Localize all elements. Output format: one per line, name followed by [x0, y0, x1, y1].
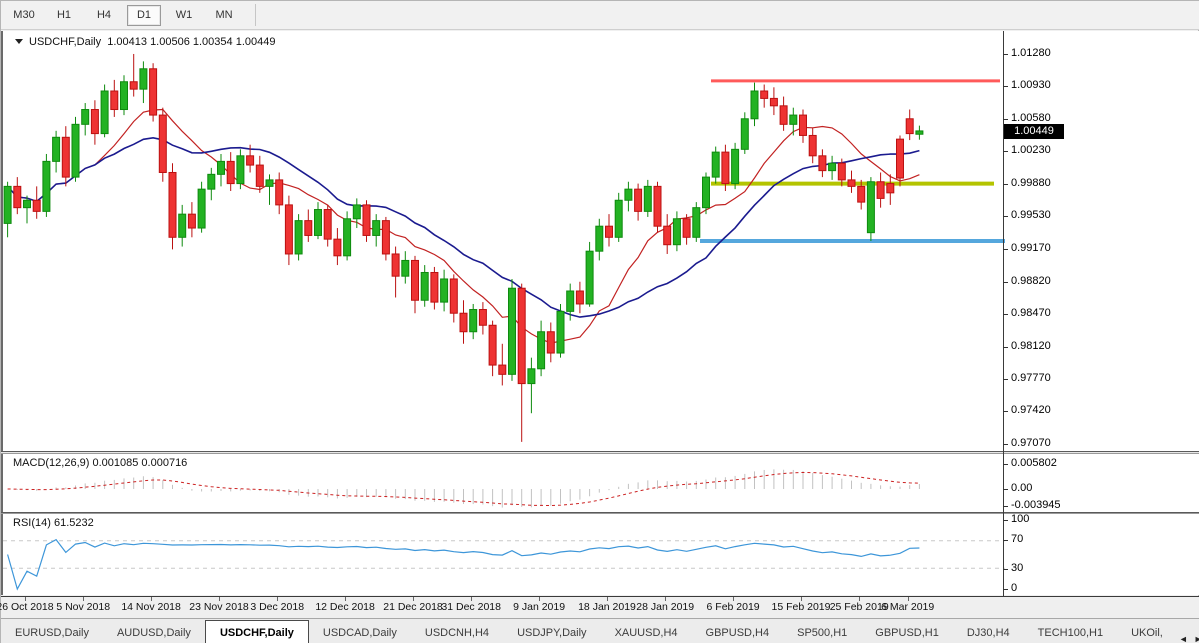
candlestick-plot[interactable] — [3, 31, 1005, 451]
date-label: 14 Nov 2018 — [121, 601, 181, 613]
tab-usdcnh-h4[interactable]: USDCNH,H4 — [411, 622, 503, 643]
price-axis-label-tick — [1003, 379, 1008, 380]
rsi-axis-label-tick — [1003, 540, 1008, 541]
rsi-axis-label[interactable]: 30 — [1011, 562, 1023, 574]
rsi-axis-label-tick — [1003, 520, 1008, 521]
rsi-axis-label-tick — [1003, 589, 1008, 590]
terminal-window: M30 H1 H4 D1 W1 MN USDCHF,Daily 1.00413 1.005… — [0, 0, 1199, 643]
date-label: 18 Jan 2019 — [578, 601, 636, 613]
chart-title: USDCHF,Daily 1.00413 1.00506 1.00354 1.0… — [15, 36, 275, 48]
macd-axis-label-tick — [1003, 464, 1008, 465]
price-axis-label-tick — [1003, 184, 1008, 185]
rsi-axis-label-tick — [1003, 569, 1008, 570]
chart-symbol-label: USDCHF,Daily — [29, 36, 102, 48]
timeframe-button-w1[interactable]: W1 — [167, 5, 201, 26]
timeframe-button-h4[interactable]: H4 — [87, 5, 121, 26]
macd-axis-label[interactable]: 0.005802 — [1011, 457, 1057, 469]
price-axis-label-tick — [1003, 444, 1008, 445]
slow-sma-line — [7, 136, 920, 318]
date-label: 3 Dec 2018 — [250, 601, 305, 613]
tab-eurusd-daily[interactable]: EURUSD,Daily — [1, 622, 103, 643]
date-label: 15 Feb 2019 — [771, 601, 831, 613]
price-axis-label[interactable]: 0.97420 — [1011, 404, 1051, 416]
price-axis-label-tick — [1003, 411, 1008, 412]
price-axis-label-tick — [1003, 54, 1008, 55]
date-label: 12 Dec 2018 — [315, 601, 375, 613]
date-label: 23 Nov 2018 — [189, 601, 249, 613]
tab-tech100-h1[interactable]: TECH100,H1 — [1024, 622, 1117, 643]
price-axis-label[interactable]: 0.98820 — [1011, 275, 1051, 287]
main-chart-panel[interactable]: USDCHF,Daily 1.00413 1.00506 1.00354 1.0… — [1, 31, 1199, 451]
macd-axis-label[interactable]: -0.003945 — [1011, 499, 1061, 511]
date-label: 26 Oct 2018 — [0, 601, 54, 613]
current-price-badge: 1.00449 — [1004, 124, 1064, 139]
date-label: 28 Jan 2019 — [636, 601, 695, 613]
date-label: 6 Feb 2019 — [706, 601, 760, 613]
date-label: 25 Feb 2019 — [829, 601, 889, 613]
price-axis-label[interactable]: 1.01280 — [1011, 47, 1051, 59]
price-axis-label-tick — [1003, 249, 1008, 250]
price-axis-label[interactable]: 0.97070 — [1011, 437, 1051, 449]
price-axis-label-tick — [1003, 314, 1008, 315]
price-axis-label[interactable]: 1.00930 — [1011, 79, 1051, 91]
price-axis-label[interactable]: 0.99530 — [1011, 209, 1051, 221]
tab-usdchf-daily[interactable]: USDCHF,Daily — [204, 620, 309, 643]
price-axis-label[interactable]: 1.00580 — [1011, 112, 1051, 124]
price-axis-label[interactable]: 0.99170 — [1011, 242, 1051, 254]
tab-ukoil-[interactable]: UKOil, — [1117, 622, 1177, 643]
price-axis-label-tick — [1003, 151, 1008, 152]
tab-audusd-daily[interactable]: AUDUSD,Daily — [103, 622, 205, 643]
tab-usdcad-daily[interactable]: USDCAD,Daily — [309, 622, 411, 643]
rsi-line — [7, 538, 920, 591]
rsi-panel: RSI(14) 61.5232 — [1, 514, 1199, 595]
price-axis-label[interactable]: 1.00230 — [1011, 144, 1051, 156]
date-label: 31 Dec 2018 — [441, 601, 501, 613]
price-axis-label[interactable]: 0.99880 — [1011, 177, 1051, 189]
date-label: 5 Nov 2018 — [56, 601, 111, 613]
toolbar-separator — [255, 4, 256, 26]
tab-gbpusd-h4[interactable]: GBPUSD,H4 — [692, 622, 784, 643]
date-label: 21 Dec 2018 — [383, 601, 443, 613]
tab-dj30-h4[interactable]: DJ30,H4 — [953, 622, 1024, 643]
tab-usdjpy-daily[interactable]: USDJPY,Daily — [503, 622, 601, 643]
price-axis-label-tick — [1003, 86, 1008, 87]
macd-axis-label-tick — [1003, 506, 1008, 507]
timeframe-button-mn[interactable]: MN — [207, 5, 241, 26]
price-axis-label-tick — [1003, 282, 1008, 283]
rsi-plot — [3, 538, 1005, 591]
chart-dropdown-icon[interactable] — [15, 39, 23, 44]
timeframe-toolbar: M30 H1 H4 D1 W1 MN — [1, 1, 1199, 30]
macd-label: MACD(12,26,9) 0.001085 0.000716 — [13, 457, 188, 469]
timeframe-button-m30[interactable]: M30 — [7, 5, 41, 26]
macd-axis-label-tick — [1003, 489, 1008, 490]
macd-axis-label[interactable]: 0.00 — [1011, 482, 1032, 494]
tab-gbpusd-h1[interactable]: GBPUSD,H1 — [861, 622, 953, 643]
price-axis-label[interactable]: 0.98470 — [1011, 307, 1051, 319]
rsi-axis-label[interactable]: 70 — [1011, 533, 1023, 545]
timeframe-button-d1[interactable]: D1 — [127, 4, 161, 26]
price-axis-label[interactable]: 0.98120 — [1011, 340, 1051, 352]
tab-scroll-controls: ◄ ► — [1179, 634, 1199, 643]
price-axis-label-tick — [1003, 119, 1008, 120]
timeframe-button-h1[interactable]: H1 — [47, 5, 81, 26]
price-axis-label[interactable]: 0.97770 — [1011, 372, 1051, 384]
chart-ohlc-values: 1.00413 1.00506 1.00354 1.00449 — [107, 36, 276, 48]
tab-xauusd-h4[interactable]: XAUUSD,H4 — [601, 622, 692, 643]
tab-scroll-right-icon[interactable]: ► — [1194, 634, 1199, 643]
rsi-axis-label[interactable]: 0 — [1011, 582, 1017, 594]
date-axis[interactable]: 26 Oct 2018 5 Nov 2018 14 Nov 2018 23 Nov 2… — [0, 596, 1199, 618]
symbol-tab-bar: EURUSD,Daily AUDUSD,Daily USDCHF,Daily USDC… — [1, 618, 1199, 643]
date-label: 6 Mar 2019 — [881, 601, 935, 613]
rsi-axis-label[interactable]: 100 — [1011, 513, 1029, 525]
price-axis-label-tick — [1003, 347, 1008, 348]
tab-sp500-h1[interactable]: SP500,H1 — [783, 622, 861, 643]
date-label: 9 Jan 2019 — [513, 601, 566, 613]
tab-scroll-left-icon[interactable]: ◄ — [1179, 634, 1188, 643]
rsi-label: RSI(14) 61.5232 — [13, 517, 94, 529]
price-axis-label-tick — [1003, 216, 1008, 217]
